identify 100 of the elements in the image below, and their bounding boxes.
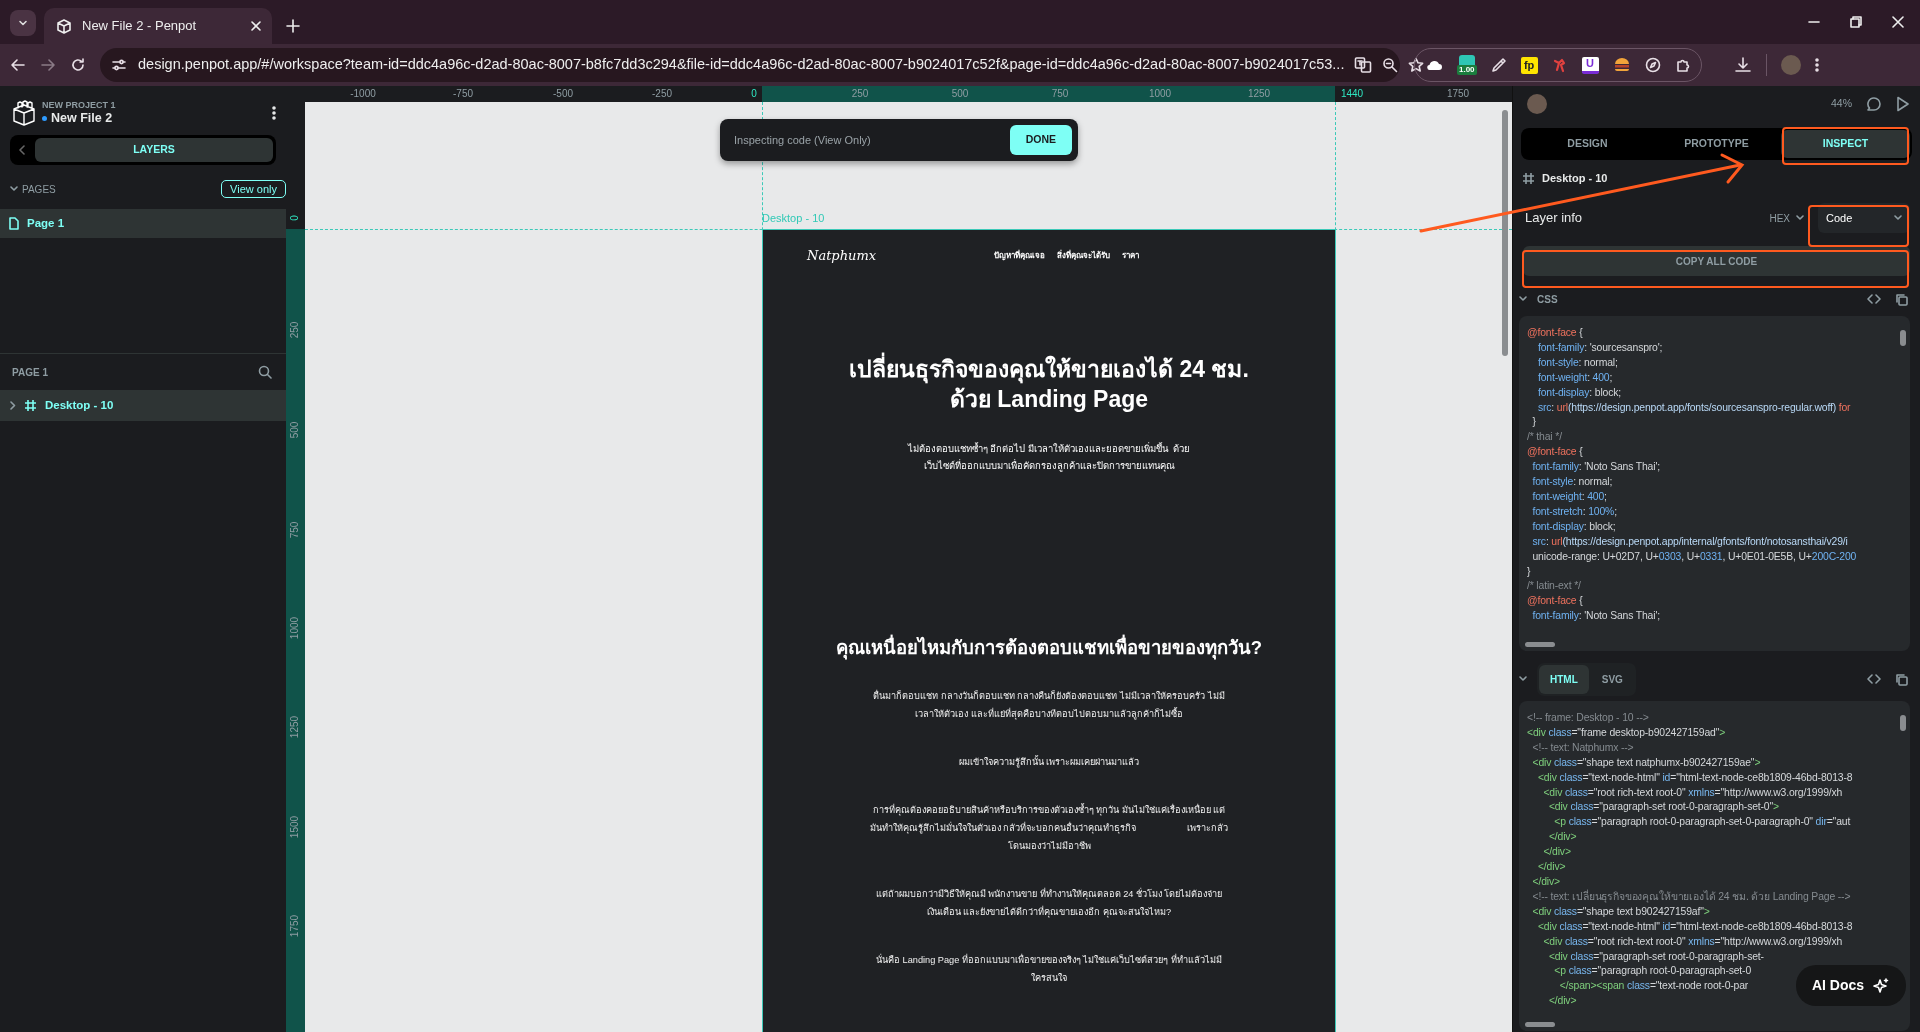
code-line: font-style: normal; — [1531, 475, 1613, 490]
restore-icon[interactable] — [1850, 16, 1862, 28]
reload-icon[interactable] — [70, 57, 86, 73]
zoom-level[interactable]: 44% — [1831, 96, 1852, 112]
more-menu-icon[interactable] — [1814, 57, 1819, 73]
copy-all-code-button[interactable]: COPY ALL CODE — [1523, 246, 1910, 276]
extension-icon[interactable]: U — [1581, 56, 1599, 74]
layer-item[interactable]: Desktop - 10 — [0, 390, 286, 421]
code-tab[interactable]: HTML — [1539, 664, 1589, 694]
layers-tab[interactable]: LAYERS — [35, 138, 273, 162]
scrollbar[interactable] — [1525, 642, 1555, 647]
section-title: Layer info — [1525, 209, 1583, 228]
code-line: font-stretch: 100%; — [1531, 504, 1617, 519]
hero-subtext: ไม่ต้องตอบแชทซ้ำๆ อีกต่อไป มีเวลาให้ตัวเองและยอดขายเพิ่มขึ้น ด้วย เว็บไซต์ที่ออกแบบมาเพื่อคัดกรองลูกค้าและปิดการขายแทนคุณ — [906, 441, 1192, 474]
ruler-label: 250 — [288, 320, 301, 341]
panel-tab[interactable]: INSPECT — [1781, 130, 1910, 158]
code-line: <div class="frame desktop-b902427159ad"> — [1527, 725, 1726, 740]
body-paragraph: ผมเข้าใจความรู้สึกนั้น เพราะผมเคยผ่านมาแล้ว — [957, 754, 1141, 770]
ai-docs-button[interactable]: AI Docs — [1795, 965, 1906, 1006]
close-icon[interactable] — [1892, 16, 1904, 28]
nav-link[interactable]: ราคา — [1122, 249, 1140, 262]
scrollbar[interactable] — [1502, 110, 1508, 356]
extension-icon[interactable]: fp — [1520, 56, 1538, 74]
code-line: <div class="paragraph-set root-0-paragraph-set- — [1547, 949, 1764, 964]
ruler-label: 1250 — [288, 714, 301, 741]
done-button[interactable]: DONE — [1009, 125, 1072, 155]
ruler-label: 1000 — [1148, 87, 1172, 101]
code-line: <p class="paragraph root-0-paragraph-set-0 — [1553, 964, 1752, 979]
board-icon — [1523, 172, 1534, 184]
layers-heading: PAGE 1 — [12, 365, 48, 380]
code-icon[interactable] — [1867, 293, 1881, 305]
tab-list-button[interactable] — [10, 10, 36, 36]
page-icon — [8, 217, 20, 230]
comment-icon[interactable] — [1866, 96, 1882, 112]
chevron-down-icon — [1894, 215, 1902, 221]
download-icon[interactable] — [1733, 56, 1752, 74]
code-line: <div class="paragraph-set root-0-paragraph-set-0"> — [1547, 800, 1779, 815]
code-line: <div class="root rich-text root-0" xmlns="http://www.w3.org/1999/xh — [1542, 785, 1843, 800]
code-line: font-style: normal; — [1536, 355, 1618, 370]
search-icon[interactable] — [258, 365, 272, 379]
ruler-label: 1750 — [1446, 87, 1470, 101]
chevron-down-icon[interactable] — [1519, 676, 1527, 682]
scrollbar[interactable] — [1900, 715, 1906, 731]
figure-icon[interactable] — [1551, 57, 1568, 73]
browser-tab[interactable]: New File 2 - Penpot — [44, 8, 272, 44]
body-paragraph: การที่คุณต้องคอยอธิบายสินค้าหรือบริการของตัวเองซ้ำๆ ทุกวัน มันไม่ใช่แค่เรื่องเหนื่อย แต่ มันทำให้คุณรู้สึกไม่มั่นใจในตัวเอง กลัวที่จะบอกคนอื่นว่าคุณทำธุรกิจ เพราะกลัว โดนมองว่าไม่มีอาชีพ — [868, 802, 1230, 854]
ruler-label: 500 — [288, 420, 301, 441]
code-tab[interactable]: SVG — [1590, 664, 1634, 694]
compass-icon[interactable] — [1644, 57, 1661, 73]
ruler-label: 250 — [851, 87, 869, 101]
chevron-right-icon[interactable] — [10, 401, 16, 410]
project-name: NEW PROJECT 1 — [42, 99, 117, 111]
burger-icon[interactable] — [1612, 56, 1631, 74]
panel-tab[interactable]: DESIGN — [1523, 130, 1652, 158]
view-mode-dropdown[interactable]: Code — [1818, 203, 1910, 233]
ruler-label: 750 — [288, 520, 301, 541]
section-heading: คุณเหนื่อยไหมกับการต้องตอบแชทเพื่อขายของทุกวัน? — [834, 633, 1264, 662]
pages-toggle[interactable]: PAGES — [10, 181, 56, 197]
ruler-label: 1000 — [288, 615, 301, 642]
code-line: @font-face { — [1527, 445, 1583, 460]
back-arrow-icon[interactable] — [10, 57, 26, 73]
scrollbar[interactable] — [1525, 1022, 1555, 1027]
sparkle-icon — [1872, 976, 1890, 995]
color-format-dropdown[interactable]: HEX — [1769, 210, 1804, 226]
code-line: <div class="shape text b902427159af"> — [1531, 904, 1710, 919]
chevron-down-icon[interactable] — [1519, 296, 1527, 302]
code-line: } — [1531, 415, 1536, 430]
page-item[interactable]: Page 1 — [0, 209, 286, 238]
nav-link[interactable]: สิ่งที่คุณจะได้รับ — [1057, 249, 1111, 262]
close-icon[interactable] — [250, 20, 262, 32]
puzzle-icon[interactable] — [1674, 57, 1691, 73]
copy-icon[interactable] — [1895, 672, 1908, 686]
zoom-icon[interactable] — [1382, 57, 1399, 73]
code-line: src: url(https://design.penpot.app/internal/gfonts/font/notosansthai/v29/i — [1531, 534, 1848, 549]
code-line: </span><span class="text-node root-0-par — [1558, 979, 1749, 994]
tab-title: New File 2 - Penpot — [82, 17, 198, 36]
eyedropper-icon[interactable] — [1490, 57, 1507, 73]
nav-link[interactable]: ปัญหาที่คุณเจอ — [994, 249, 1046, 262]
more-menu-icon[interactable] — [272, 105, 276, 120]
layer-name: Desktop - 10 — [1542, 170, 1608, 186]
star-icon[interactable] — [1408, 57, 1425, 73]
code-line: </div> — [1547, 830, 1577, 845]
ruler-label: 1440 — [1340, 87, 1364, 101]
chevron-left-icon — [18, 145, 26, 155]
panel-tab[interactable]: PROTOTYPE — [1652, 130, 1781, 158]
forward-arrow-icon[interactable] — [40, 57, 56, 73]
code-line: <!-- frame: Desktop - 10 --> — [1527, 711, 1649, 725]
play-icon[interactable] — [1896, 96, 1910, 112]
scrollbar[interactable] — [1900, 330, 1906, 346]
code-line: font-display: block; — [1536, 385, 1621, 400]
ruler-label: 1750 — [288, 913, 301, 940]
plus-icon[interactable] — [286, 19, 300, 33]
copy-icon[interactable] — [1895, 292, 1908, 306]
body-paragraph: ตื่นมาก็ตอบแชท กลางวันก็ตอบแชท กลางคืนก็ยังต้องตอบแชท ไม่มีเวลาให้ครอบครัว ไม่มี เวลาให้ตัวเอง และที่แย่ที่สุดคือบางทีตอบไปตอบมาแล้วลูกค้าก็ไม่ซื้อ — [872, 689, 1226, 722]
translate-icon[interactable] — [1354, 56, 1373, 74]
code-icon[interactable] — [1867, 673, 1881, 685]
cube-logo-icon — [56, 18, 72, 34]
code-line: </div> — [1536, 860, 1566, 875]
user-avatar[interactable] — [1527, 94, 1547, 114]
penpot-logo-icon — [12, 99, 36, 126]
